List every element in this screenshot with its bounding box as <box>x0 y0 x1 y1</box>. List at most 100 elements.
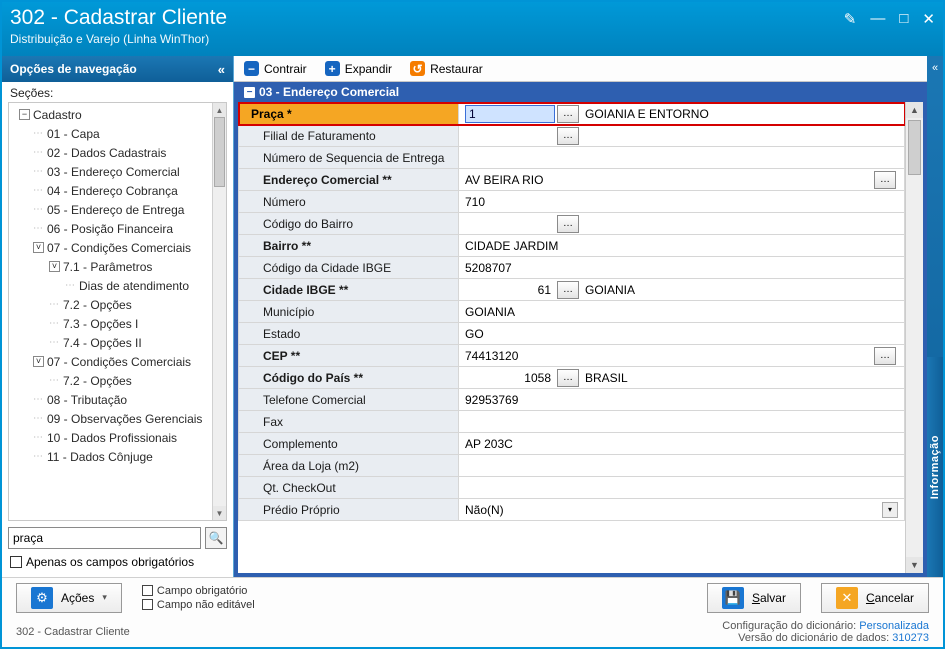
nav-tree-item[interactable]: ⋯7.2 - Opções <box>15 371 212 390</box>
codpais-lookup-button[interactable]: … <box>557 369 579 387</box>
nav-search-button[interactable]: 🔍 <box>205 527 227 549</box>
row-codibge[interactable]: Código da Cidade IBGE5208707 <box>239 257 905 279</box>
only-required-label: Apenas os campos obrigatórios <box>26 555 194 569</box>
section-collapse-icon[interactable]: − <box>244 87 255 98</box>
nav-tree-item[interactable]: ⋯05 - Endereço de Entrega <box>15 200 212 219</box>
row-qtcheck[interactable]: Qt. CheckOut <box>239 477 905 499</box>
nav-tree-item[interactable]: ⋯Dias de atendimento <box>15 276 212 295</box>
scroll-up-icon[interactable]: ▲ <box>213 103 226 117</box>
grid-scroll-thumb[interactable] <box>908 120 921 175</box>
grid-scroll-down-icon[interactable]: ▼ <box>906 557 923 573</box>
section-title: 03 - Endereço Comercial <box>259 85 399 99</box>
nav-tree-item[interactable]: ⋯7.3 - Opções I <box>15 314 212 333</box>
window-title: 302 - Cadastrar Cliente <box>10 6 227 30</box>
nav-tree-item[interactable]: ⋯7.4 - Opções II <box>15 333 212 352</box>
nav-tree-item[interactable]: ⋯06 - Posição Financeira <box>15 219 212 238</box>
nav-tree-item[interactable]: ⋯08 - Tributação <box>15 390 212 409</box>
row-codbairro[interactable]: Código do Bairro… <box>239 213 905 235</box>
close-window-icon[interactable]: ✕ <box>922 10 935 28</box>
row-fax[interactable]: Fax <box>239 411 905 433</box>
info-side-tab[interactable]: Informação <box>927 357 943 577</box>
acoes-button[interactable]: ⚙ Ações ▾ <box>16 583 122 613</box>
nav-tree-item[interactable]: ⋯11 - Dados Cônjuge <box>15 447 212 466</box>
row-endcom[interactable]: Endereço Comercial **AV BEIRA RIO… <box>239 169 905 191</box>
row-compl[interactable]: ComplementoAP 203C <box>239 433 905 455</box>
grid-scrollbar[interactable]: ▲ ▼ <box>905 102 923 573</box>
row-numero[interactable]: Número710 <box>239 191 905 213</box>
cidibge-lookup-button[interactable]: … <box>557 281 579 299</box>
nav-tree-item[interactable]: ⋯09 - Observações Gerenciais <box>15 409 212 428</box>
nav-tree-item[interactable]: ⋯10 - Dados Profissionais <box>15 428 212 447</box>
scroll-thumb[interactable] <box>214 117 225 187</box>
endcom-value: AV BEIRA RIO <box>465 173 872 187</box>
tree-item-label: 09 - Observações Gerenciais <box>47 412 202 426</box>
scroll-down-icon[interactable]: ▼ <box>213 506 226 520</box>
nav-tree-item[interactable]: ˅07 - Condições Comerciais <box>15 238 212 257</box>
filial-lookup-button[interactable]: … <box>557 127 579 145</box>
row-cep[interactable]: CEP **74413120… <box>239 345 905 367</box>
endcom-lookup-button[interactable]: … <box>874 171 896 189</box>
predio-dropdown-icon[interactable]: ▾ <box>882 502 898 518</box>
sections-label: Seções: <box>2 82 233 102</box>
nav-tree-item[interactable]: −Cadastro <box>15 105 212 124</box>
nav-tree-item[interactable]: ˅7.1 - Parâmetros <box>15 257 212 276</box>
expandir-button[interactable]: + Expandir <box>325 61 392 76</box>
tree-expand-icon[interactable]: ˅ <box>49 261 60 272</box>
maximize-window-icon[interactable]: □ <box>899 10 908 28</box>
row-praca[interactable]: Praça * … GOIANIA E ENTORNO <box>239 103 905 125</box>
contrair-button[interactable]: − Contrair <box>244 61 307 76</box>
cep-lookup-button[interactable]: … <box>874 347 896 365</box>
tree-leaf-icon: ⋯ <box>65 280 75 291</box>
nav-tree-item[interactable]: ⋯ 02 - Dados Cadastrais <box>15 143 212 162</box>
tree-expand-icon[interactable]: ˅ <box>33 242 44 253</box>
tree-item-label: 7.2 - Opções <box>63 298 132 312</box>
acoes-label: Ações <box>61 591 94 605</box>
row-predio[interactable]: Prédio PróprioNão(N)▾ <box>239 499 905 521</box>
tree-item-label: 02 - Dados Cadastrais <box>47 146 166 160</box>
dict-ver-value[interactable]: 310273 <box>892 632 929 644</box>
nav-tree-item[interactable]: ⋯03 - Endereço Comercial <box>15 162 212 181</box>
nav-tree[interactable]: −Cadastro⋯01 - Capa⋯02 - Dados Cadastrai… <box>9 103 212 520</box>
cancelar-button[interactable]: ✕ CancelarCancelar <box>821 583 929 613</box>
row-tel[interactable]: Telefone Comercial92953769 <box>239 389 905 411</box>
legend-required-label: Campo obrigatório <box>157 585 248 597</box>
tree-expand-icon[interactable]: ˅ <box>33 356 44 367</box>
row-cidibge[interactable]: Cidade IBGE **61…GOIANIA <box>239 279 905 301</box>
nav-sidebar: Opções de navegação « Seções: −Cadastro⋯… <box>2 56 234 577</box>
row-estado[interactable]: EstadoGO <box>239 323 905 345</box>
nav-tree-item[interactable]: ˅07 - Condições Comerciais <box>15 352 212 371</box>
legend-readonly-label: Campo não editável <box>157 599 255 611</box>
salvar-label: SSalvaralvar <box>752 591 786 605</box>
tree-item-label: 07 - Condições Comerciais <box>47 355 191 369</box>
only-required-checkbox[interactable] <box>10 556 22 568</box>
nav-search-input[interactable] <box>8 527 201 549</box>
tree-leaf-icon: ⋯ <box>33 147 43 158</box>
row-numseq[interactable]: Número de Sequencia de Entrega <box>239 147 905 169</box>
tree-expand-icon[interactable]: − <box>19 109 30 120</box>
salvar-button[interactable]: 💾 SSalvaralvar <box>707 583 801 613</box>
dict-conf-value[interactable]: Personalizada <box>859 620 929 632</box>
tree-item-label: 10 - Dados Profissionais <box>47 431 177 445</box>
row-area[interactable]: Área da Loja (m2) <box>239 455 905 477</box>
row-codpais[interactable]: Código do País **1058…BRASIL <box>239 367 905 389</box>
praca-lookup-button[interactable]: … <box>557 105 579 123</box>
nav-header[interactable]: Opções de navegação « <box>2 56 233 82</box>
grid-scroll-up-icon[interactable]: ▲ <box>906 102 923 118</box>
expandir-label: Expandir <box>345 62 392 76</box>
praca-code-input[interactable] <box>465 105 555 123</box>
tree-item-label: 01 - Capa <box>47 127 100 141</box>
tree-scrollbar[interactable]: ▲ ▼ <box>212 103 226 520</box>
tree-leaf-icon: ⋯ <box>49 299 59 310</box>
minimize-window-icon[interactable]: — <box>870 10 885 28</box>
collapse-sidebar-icon[interactable]: « <box>218 62 225 77</box>
nav-tree-item[interactable]: ⋯01 - Capa <box>15 124 212 143</box>
section-header[interactable]: − 03 - Endereço Comercial <box>238 82 923 102</box>
codbairro-lookup-button[interactable]: … <box>557 215 579 233</box>
nav-tree-item[interactable]: ⋯ 7.2 - Opções <box>15 295 212 314</box>
row-municipio[interactable]: MunicípioGOIANIA <box>239 301 905 323</box>
row-bairro[interactable]: Bairro **CIDADE JARDIM <box>239 235 905 257</box>
nav-tree-item[interactable]: ⋯04 - Endereço Cobrança <box>15 181 212 200</box>
restaurar-button[interactable]: ↺ Restaurar <box>410 61 483 76</box>
row-filial[interactable]: Filial de Faturamento… <box>239 125 905 147</box>
edit-window-icon[interactable]: ✎ <box>844 10 857 28</box>
